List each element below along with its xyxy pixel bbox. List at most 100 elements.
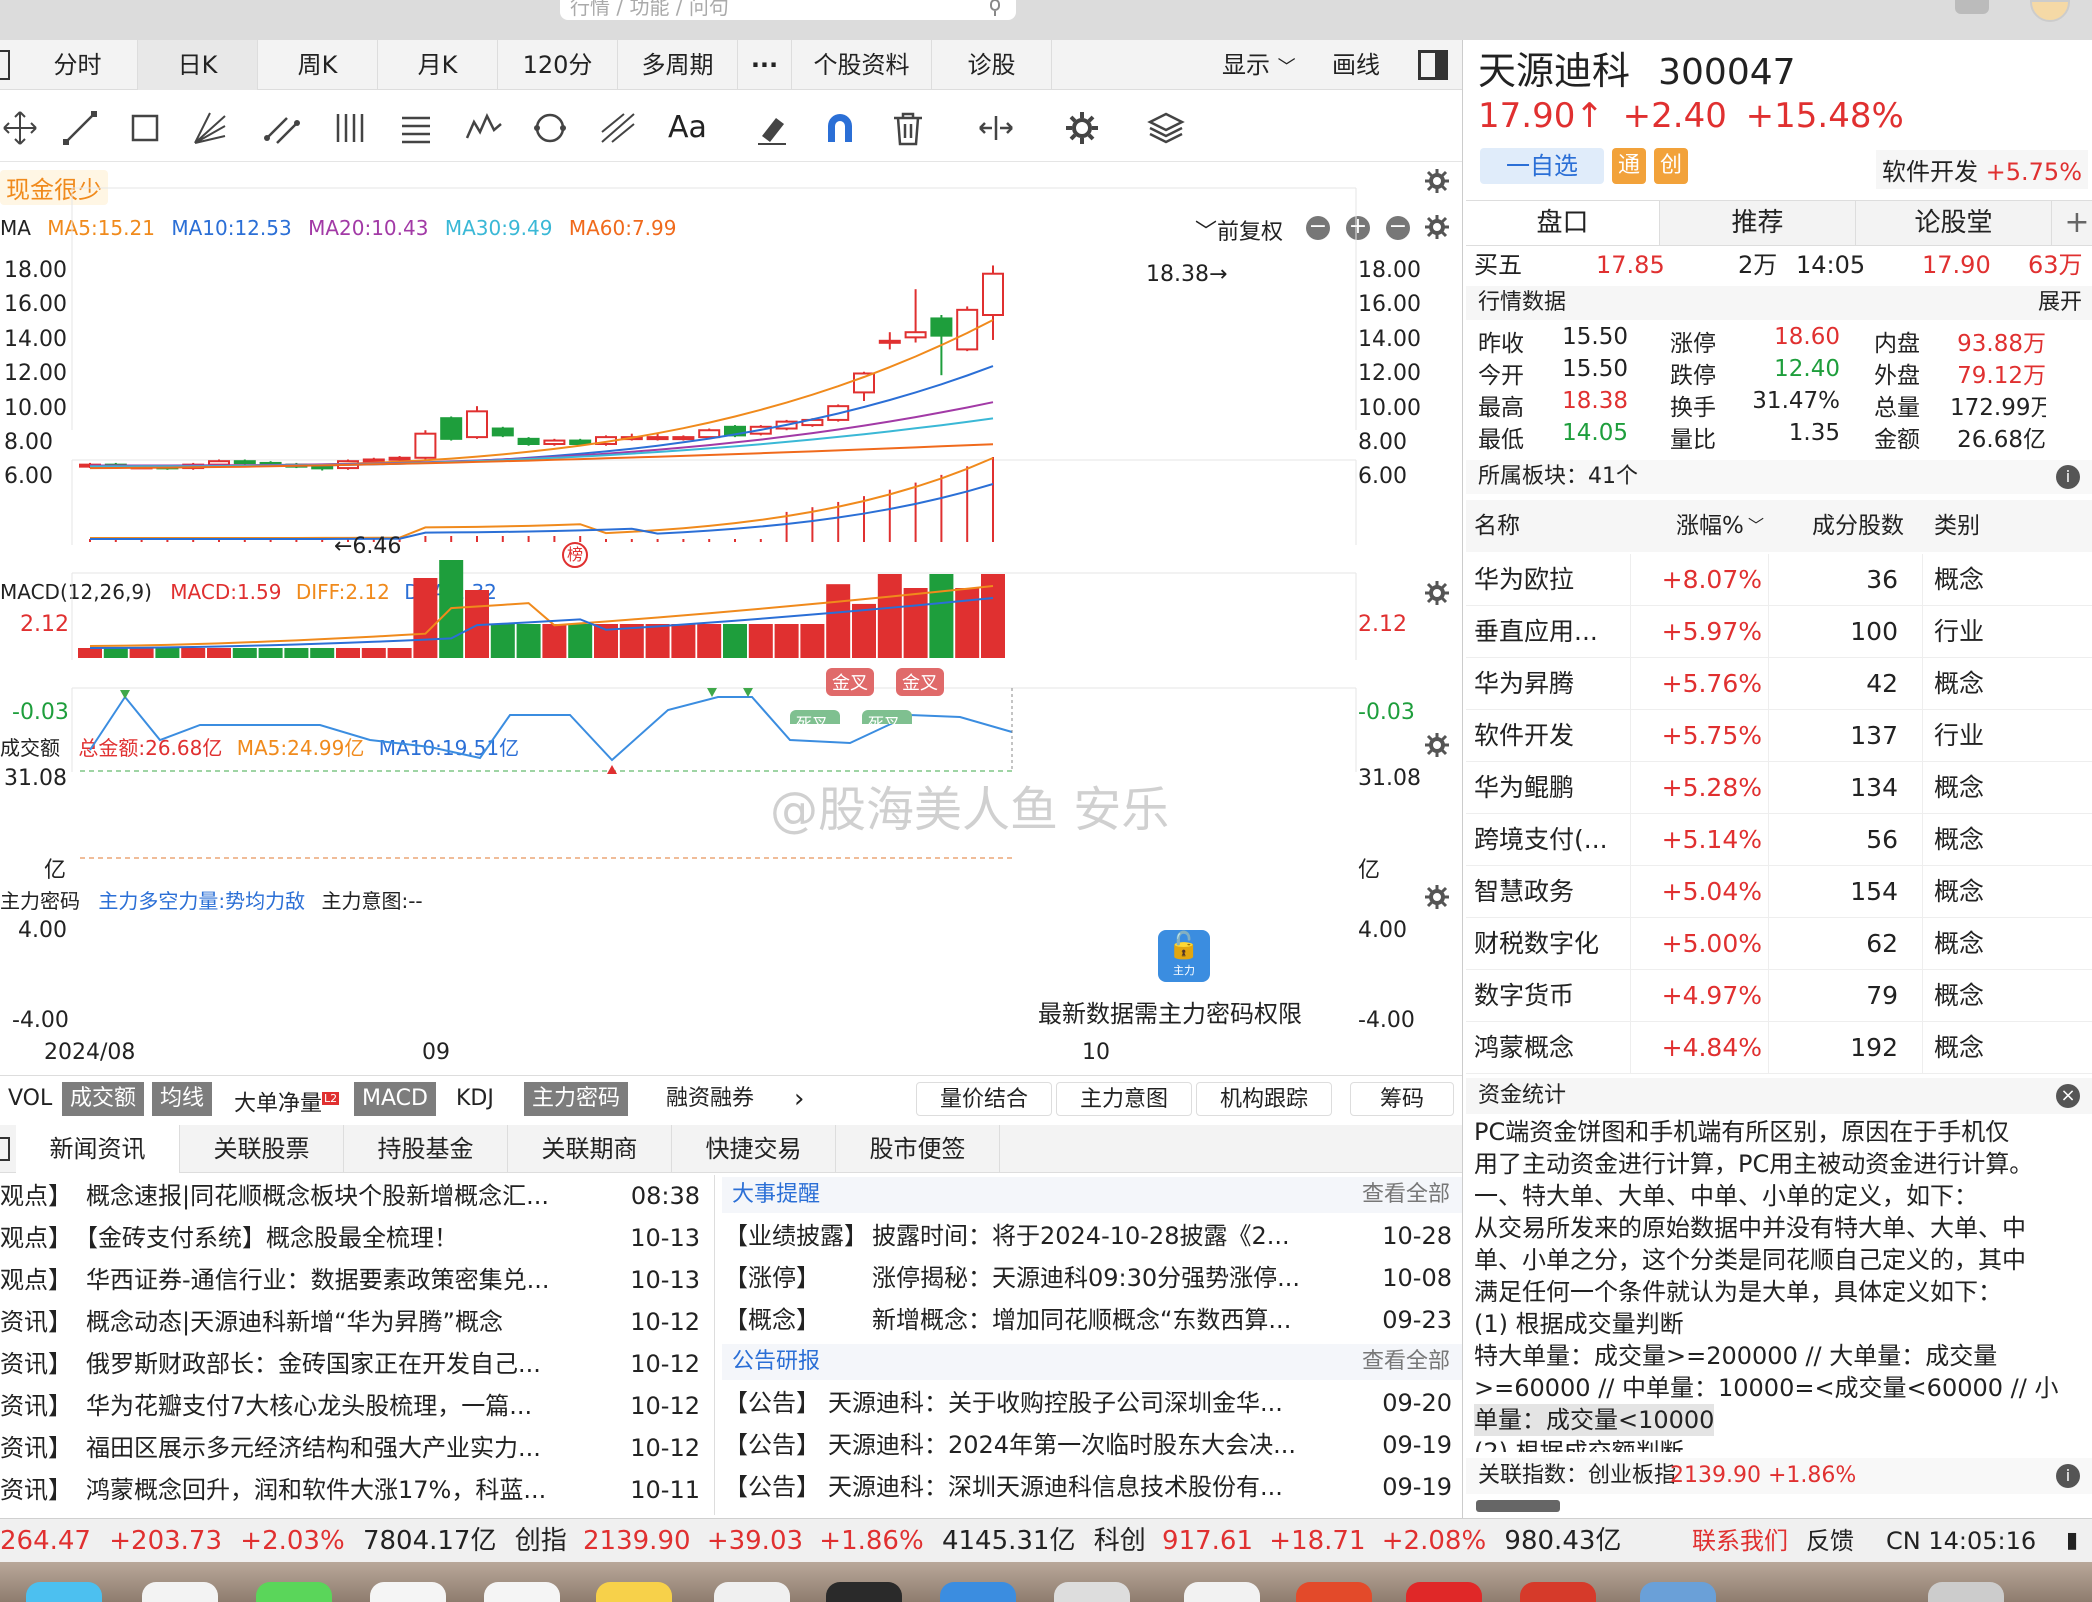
tab-price-volume[interactable]: 量价结合 — [916, 1082, 1052, 1116]
sort-down-icon[interactable]: ﹀ — [1748, 500, 1764, 552]
event-item[interactable]: 【涨停】 涨停揭秘：天源迪科09:30分强势涨停... 10-08 — [722, 1257, 1462, 1299]
related-index-label[interactable]: 关联指数：创业板指 — [1478, 1458, 1676, 1494]
plate-row[interactable]: 财税数字化 +5.00% 62 概念 — [1466, 918, 2092, 970]
plate-row[interactable]: 智慧政务 +5.04% 154 概念 — [1466, 866, 2092, 918]
plate-row[interactable]: 华为鲲鹏 +5.28% 134 概念 — [1466, 762, 2092, 814]
candle[interactable] — [466, 410, 488, 439]
notices-more-link[interactable]: 查看全部 — [1362, 1344, 1450, 1380]
layout-toggle-icon[interactable] — [1418, 50, 1448, 80]
wave-icon[interactable] — [464, 108, 504, 148]
tab-vol[interactable]: VOL — [0, 1082, 60, 1116]
tab-mainforce-intent[interactable]: 主力意图 — [1056, 1082, 1192, 1116]
news-item[interactable]: 资讯】 俄罗斯财政部长：金砖国家正在开发自己... 10-12 — [0, 1343, 712, 1385]
display-dropdown[interactable]: 显示 ﹀ — [1222, 40, 1296, 93]
sidebar-toggle-icon[interactable] — [0, 50, 10, 80]
ranking-badge[interactable]: 榜 — [562, 542, 588, 568]
tab-turnover[interactable]: 成交额 — [62, 1082, 145, 1116]
news-item[interactable]: 资讯】 华为花瓣支付7大核心龙头股梳理，一篇... 10-12 — [0, 1385, 712, 1427]
contact-link[interactable]: 联系我们 — [1692, 1519, 1788, 1563]
news-item[interactable]: 资讯】 鸿蒙概念回升，润和软件大涨17%，科蓝... 10-11 — [0, 1469, 712, 1511]
add-watchlist-button[interactable]: 一自选 — [1480, 148, 1604, 184]
tab-related-stocks[interactable]: 关联股票 — [180, 1125, 344, 1173]
notice-item[interactable]: 【公告】 天源迪科：深圳天源迪科信息技术股份有... 09-19 — [722, 1466, 1462, 1508]
tab-futures[interactable]: 关联期商 — [508, 1125, 672, 1173]
locked-data-notice[interactable]: 最新数据需主力密码权限 — [1038, 994, 1302, 1029]
candle[interactable] — [646, 436, 669, 441]
candle[interactable] — [878, 339, 901, 344]
tab-ma[interactable]: 均线 — [152, 1082, 213, 1116]
user-icon[interactable] — [1955, 0, 1989, 14]
rectangle-icon[interactable] — [125, 108, 165, 148]
event-item[interactable]: 【业绩披露】 披露时间：将于2024-10-28披露《2... 10-28 — [722, 1215, 1462, 1257]
event-item[interactable]: 【概念】 新增概念：增加同花顺概念“东数西算... 09-23 — [722, 1299, 1462, 1341]
tab-weekly-k[interactable]: 周K — [258, 40, 378, 90]
notice-item[interactable]: 【公告】 天源迪科：2024年第一次临时股东大会决... 09-19 — [722, 1424, 1462, 1466]
tab-forum[interactable]: 论股堂 — [1856, 201, 2052, 245]
photos-icon[interactable] — [142, 1582, 218, 1602]
trash-icon[interactable] — [888, 108, 928, 148]
chevron-right-icon[interactable]: › — [786, 1082, 812, 1116]
tab-orderbook[interactable]: 盘口 — [1466, 201, 1660, 245]
kline-chart[interactable] — [0, 160, 1462, 1075]
eraser-icon[interactable] — [752, 108, 792, 148]
more-tabs-button[interactable]: ··· — [738, 40, 792, 90]
tab-chips[interactable]: 筹码 — [1350, 1082, 1454, 1116]
sector-tag[interactable]: 软件开发 +5.75% — [1876, 150, 2088, 189]
col-type[interactable]: 类别 — [1934, 500, 1980, 552]
app-icon[interactable] — [1520, 1582, 1596, 1602]
plate-row[interactable]: 跨境支付(... +5.14% 56 概念 — [1466, 814, 2092, 866]
col-pct[interactable]: 涨幅% — [1676, 500, 1744, 552]
news-item[interactable]: 观点】 华西证券-通信行业：数据要素政策密集兑... 10-13 — [0, 1259, 712, 1301]
folder-icon[interactable] — [1640, 1582, 1716, 1602]
line-segment-icon[interactable] — [60, 108, 100, 148]
kc-index-name[interactable]: 科创 — [1094, 1526, 1146, 1556]
app-icon[interactable] — [1296, 1582, 1372, 1602]
col-count[interactable]: 成分股数 — [1812, 500, 1904, 552]
tab-margin[interactable]: 融资融券 — [658, 1082, 762, 1116]
info-icon[interactable]: i — [2056, 465, 2080, 489]
vertical-lines-icon[interactable] — [330, 108, 370, 148]
plate-row[interactable]: 垂直应用... +5.97% 100 行业 — [1466, 606, 2092, 658]
cy-index-name[interactable]: 创指 — [515, 1526, 567, 1556]
tab-notes[interactable]: 股市便签 — [836, 1125, 1000, 1173]
trash-icon[interactable] — [1928, 1582, 2004, 1602]
news-item[interactable]: 观点】 概念速报|同花顺概念板块个股新增概念汇... 08:38 — [0, 1175, 712, 1217]
candle[interactable] — [569, 439, 592, 445]
plate-row[interactable]: 华为欧拉 +8.07% 36 概念 — [1466, 554, 2092, 606]
tab-news[interactable]: 新闻资讯 — [16, 1125, 180, 1173]
fibonacci-icon[interactable] — [598, 108, 638, 148]
cycle-icon[interactable] — [530, 108, 570, 148]
finder-icon[interactable] — [714, 1582, 790, 1602]
microphone-icon[interactable] — [985, 0, 1005, 16]
candle[interactable] — [517, 437, 540, 445]
candle[interactable] — [491, 427, 514, 437]
gem-badge[interactable]: 创 — [1654, 148, 1688, 184]
candle[interactable] — [208, 460, 230, 466]
tab-120min[interactable]: 120分 — [498, 40, 618, 90]
tab-monthly-k[interactable]: 月K — [378, 40, 498, 90]
candle[interactable] — [362, 458, 385, 463]
layers-icon[interactable] — [1146, 108, 1186, 148]
expand-horizontal-icon[interactable] — [976, 108, 1016, 148]
candle[interactable] — [388, 456, 411, 461]
settings-icon[interactable] — [1054, 1582, 1130, 1602]
lock-icon[interactable]: 🔓 主力 — [1158, 930, 1210, 982]
tab-diagnosis[interactable]: 诊股 — [932, 40, 1052, 90]
text-lines-icon[interactable] — [396, 108, 436, 148]
news-item[interactable]: 资讯】 概念动态|天源迪科新增“华为昇腾”概念 10-12 — [0, 1301, 712, 1343]
events-more-link[interactable]: 查看全部 — [1362, 1177, 1450, 1213]
plate-row[interactable]: 鸿蒙概念 +4.84% 192 概念 — [1466, 1022, 2092, 1074]
maps-icon[interactable] — [26, 1582, 102, 1602]
connect-badge[interactable]: 通 — [1612, 148, 1646, 184]
sh-index-value[interactable]: 264.47 — [0, 1526, 91, 1556]
candle[interactable] — [904, 331, 927, 339]
tab-kdj[interactable]: KDJ — [448, 1082, 502, 1116]
info-icon[interactable]: i — [2056, 1464, 2080, 1488]
notes-icon[interactable] — [596, 1582, 672, 1602]
search-input[interactable]: 行情 / 功能 / 问句 — [560, 0, 1016, 20]
messages-icon[interactable] — [256, 1582, 332, 1602]
fan-lines-icon[interactable] — [190, 108, 230, 148]
tab-multi-period[interactable]: 多周期 — [618, 40, 738, 90]
candle[interactable] — [672, 436, 695, 441]
settings-gear-icon[interactable] — [1062, 108, 1102, 148]
